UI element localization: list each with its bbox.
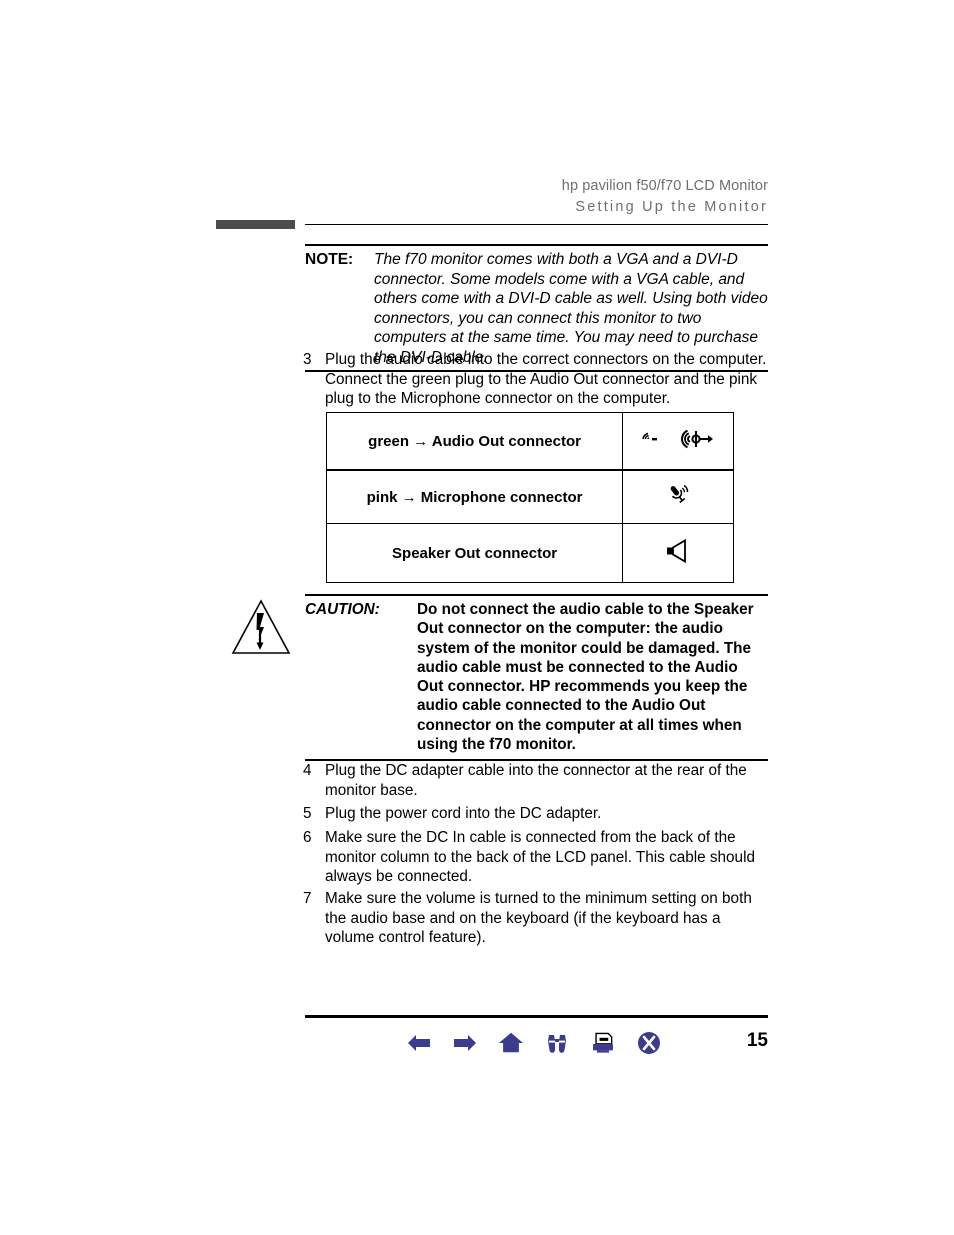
caution-block: CAUTION: Do not connect the audio cable … [305,594,768,762]
step-item: 6 Make sure the DC In cable is connected… [303,828,768,887]
step-item: 4 Plug the DC adapter cable into the con… [303,761,768,800]
caution-text: Do not connect the audio cable to the Sp… [417,601,754,754]
connector-label-cell: pink → Microphone connector [325,469,624,524]
step-text: Plug the DC adapter cable into the conne… [325,762,747,799]
speaker-icon [663,538,693,568]
step-number: 5 [303,805,312,822]
connector-icon-cell [622,469,734,524]
warning-triangle-lightning-icon [230,597,292,657]
header-accent-bar [216,220,295,229]
document-page: hp pavilion f50/f70 LCD Monitor Setting … [0,0,954,1235]
search-binoculars-icon[interactable] [544,1028,570,1058]
step-number: 6 [303,829,312,846]
back-arrow-icon[interactable] [406,1028,432,1058]
close-icon[interactable] [636,1028,662,1058]
connector-label-cell: Speaker Out connector [325,523,624,583]
microphone-icon [663,484,693,513]
header-divider-rule [305,224,768,225]
connector-table: green → Audio Out connector pink → Micro… [325,412,734,583]
footer-navigation [406,1028,662,1058]
step-number: 3 [303,351,312,368]
table-row: pink → Microphone connector [325,469,734,524]
audio-out-icon-pair [623,428,733,455]
table-row: Speaker Out connector [325,523,734,583]
home-icon[interactable] [498,1028,524,1058]
print-icon[interactable] [590,1028,616,1058]
step-number: 7 [303,890,312,907]
step-item: 5 Plug the power cord into the DC adapte… [303,804,768,824]
header-title-line1: hp pavilion f50/f70 LCD Monitor [561,178,768,194]
caution-label: CAUTION: [305,601,380,618]
connector-label-cell: green → Audio Out connector [325,412,624,471]
step-item: 3 Plug the audio cable into the correct … [303,350,768,409]
connector-icon-cell [622,523,734,583]
caution-body: CAUTION: Do not connect the audio cable … [305,596,768,759]
forward-arrow-icon[interactable] [452,1028,478,1058]
step-text: Plug the power cord into the DC adapter. [325,805,602,822]
step-text: Make sure the DC In cable is connected f… [325,829,755,886]
step-item: 7 Make sure the volume is turned to the … [303,889,768,948]
step-number: 4 [303,762,312,779]
page-header: hp pavilion f50/f70 LCD Monitor Setting … [305,176,768,218]
footer-divider-rule [305,1015,768,1018]
page-number: 15 [746,1030,768,1051]
step-text: Make sure the volume is turned to the mi… [325,890,752,947]
line-out-icon [676,428,716,455]
sound-waves-small-icon [640,430,662,453]
connector-icon-cell [622,412,734,471]
header-title-line2: Setting Up the Monitor [575,199,768,215]
step-text: Plug the audio cable into the correct co… [325,351,767,408]
table-row: green → Audio Out connector [325,412,734,471]
